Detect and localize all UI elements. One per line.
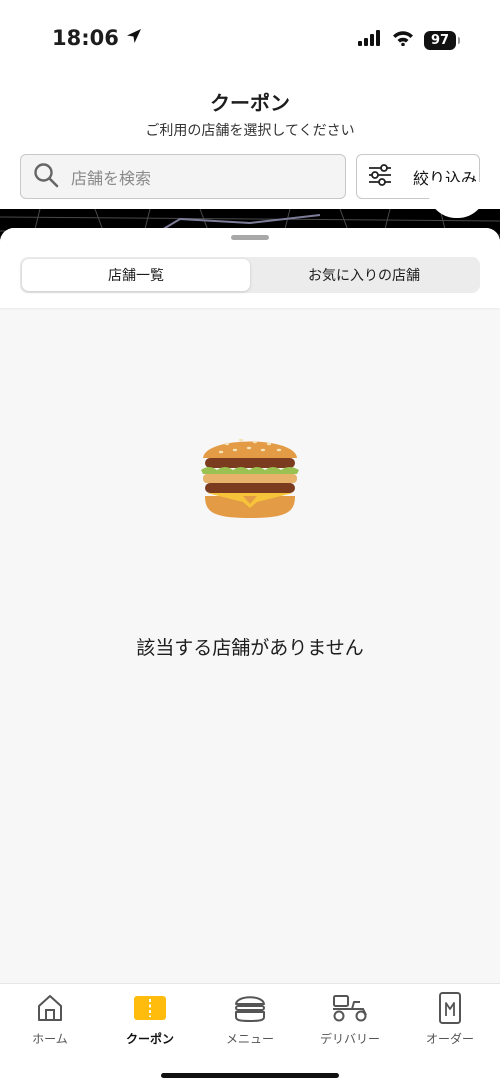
status-time-group: 18:06 xyxy=(52,26,143,50)
tab-delivery[interactable]: デリバリー xyxy=(300,992,400,1052)
delivery-scooter-icon xyxy=(330,992,370,1024)
status-bar: 18:06 97 xyxy=(0,0,500,80)
location-arrow-icon xyxy=(125,27,143,49)
search-icon xyxy=(33,162,59,192)
tab-coupon[interactable]: クーポン xyxy=(100,992,200,1052)
signal-icon xyxy=(358,30,382,50)
home-icon xyxy=(36,992,64,1024)
tab-store-list[interactable]: 店舗一覧 xyxy=(22,259,250,291)
filter-sliders-icon xyxy=(367,163,393,191)
tab-order[interactable]: オーダー xyxy=(400,992,500,1052)
status-time: 18:06 xyxy=(52,26,119,50)
tab-favorite-stores[interactable]: お気に入りの店舗 xyxy=(250,259,478,291)
coupon-icon xyxy=(133,992,167,1024)
mobile-order-icon xyxy=(438,992,462,1024)
tab-home[interactable]: ホーム xyxy=(0,992,100,1052)
home-indicator xyxy=(161,1073,339,1078)
search-input[interactable]: 店舗を検索 xyxy=(20,154,346,199)
sheet-header: 店舗一覧 お気に入りの店舗 xyxy=(0,228,500,308)
burger-outline-icon xyxy=(233,992,267,1024)
wifi-icon xyxy=(392,30,414,50)
empty-state-message: 該当する店舗がありません xyxy=(136,637,364,659)
tab-menu-label: メニュー xyxy=(225,1032,274,1046)
tab-coupon-label: クーポン xyxy=(125,1032,174,1046)
status-indicators: 97 xyxy=(358,30,460,50)
page-subtitle: ご利用の店舗を選択してください xyxy=(145,123,355,139)
search-placeholder: 店舗を検索 xyxy=(71,168,152,188)
tab-delivery-label: デリバリー xyxy=(319,1032,380,1046)
store-segmented-control: 店舗一覧 お気に入りの店舗 xyxy=(20,257,480,293)
battery-icon: 97 xyxy=(424,30,460,50)
store-list-sheet: 店舗一覧 お気に入りの店舗 該当する店舗がありません xyxy=(0,228,500,988)
battery-level: 97 xyxy=(430,32,450,48)
burger-icon xyxy=(197,430,303,524)
tab-home-label: ホーム xyxy=(32,1032,68,1046)
page-title: クーポン xyxy=(210,91,290,115)
tab-menu[interactable]: メニュー xyxy=(200,992,300,1052)
sheet-grabber[interactable] xyxy=(231,235,269,240)
bottom-tab-bar: ホーム クーポン メニュー デリバリー オーダー xyxy=(0,983,500,1087)
tab-order-label: オーダー xyxy=(425,1032,474,1046)
